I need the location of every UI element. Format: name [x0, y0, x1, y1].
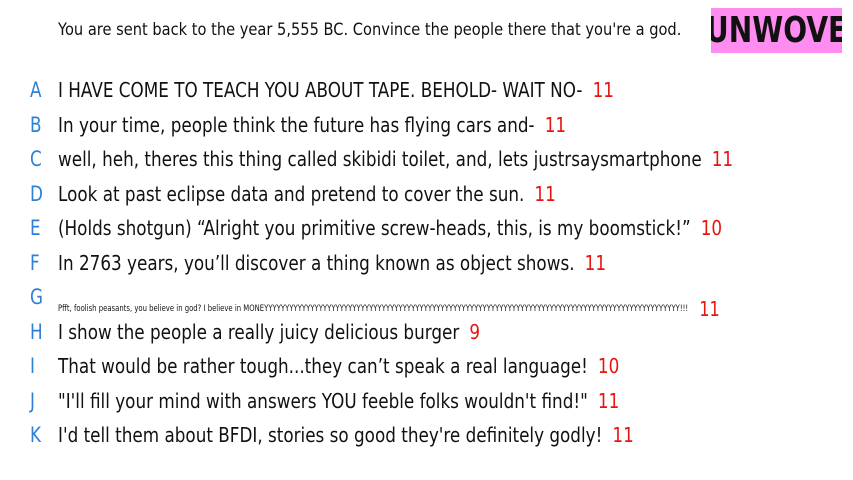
answer-text: I show the people a really juicy delicio… — [58, 319, 460, 344]
answer-row-k: K I'd tell them about BFDI, stories so g… — [0, 419, 853, 454]
logo-text: UNWOVE — [711, 10, 842, 51]
answer-text: In your time, people think the future ha… — [58, 112, 535, 137]
answer-row-b: B In your time, people think the future … — [0, 109, 853, 144]
answer-line: In your time, people think the future ha… — [58, 113, 566, 137]
answer-text: In 2763 years, you’ll discover a thing k… — [58, 250, 575, 275]
answer-score: 11 — [592, 78, 614, 102]
answer-line: In 2763 years, you’ll discover a thing k… — [58, 251, 606, 275]
answer-score: 9 — [469, 319, 481, 344]
answer-letter: I — [30, 354, 35, 378]
answer-score: 11 — [597, 388, 620, 413]
answer-row-f: F In 2763 years, you’ll discover a thing… — [0, 247, 853, 282]
unwove-logo: UNWOVE — [711, 8, 842, 53]
answer-letter: A — [30, 78, 42, 102]
answer-line: I show the people a really juicy delicio… — [58, 320, 480, 344]
answer-score: 11 — [612, 423, 634, 447]
answer-row-a: A I HAVE COME TO TEACH YOU ABOUT TAPE. B… — [0, 74, 853, 109]
answer-text: I'd tell them about BFDI, stories so goo… — [58, 423, 603, 447]
answer-text: That would be rather tough...they can’t … — [58, 354, 588, 378]
answer-line: Look at past eclipse data and pretend to… — [58, 182, 556, 206]
answer-text: Pfft, foolish peasants, you believe in g… — [58, 304, 689, 314]
answer-text: (Holds shotgun) “Alright you primitive s… — [58, 216, 691, 240]
answer-text: well, heh, theres this thing called skib… — [58, 147, 702, 171]
answer-letter: B — [30, 112, 42, 137]
answer-score: 10 — [700, 216, 723, 240]
answer-score: 11 — [711, 147, 734, 171]
answer-text: I HAVE COME TO TEACH YOU ABOUT TAPE. BEH… — [58, 78, 583, 102]
answer-line: I'd tell them about BFDI, stories so goo… — [58, 423, 634, 447]
answer-letter: G — [30, 285, 44, 309]
answer-line: "I'll fill your mind with answers YOU fe… — [58, 389, 619, 413]
answer-row-j: J "I'll fill your mind with answers YOU … — [0, 385, 853, 420]
answer-line: (Holds shotgun) “Alright you primitive s… — [58, 216, 722, 240]
prompt-text: You are sent back to the year 5,555 BC. … — [58, 20, 682, 40]
answer-row-c: C well, heh, theres this thing called sk… — [0, 143, 853, 178]
answer-letter: F — [30, 250, 40, 275]
answer-score: 11 — [534, 181, 556, 206]
answer-row-d: D Look at past eclipse data and pretend … — [0, 178, 853, 213]
answer-score: 10 — [597, 354, 620, 378]
answer-letter: E — [30, 216, 41, 240]
answer-row-e: E (Holds shotgun) “Alright you primitive… — [0, 212, 853, 247]
answer-row-g: G Pfft, foolish peasants, you believe in… — [0, 281, 853, 321]
answer-line: Pfft, foolish peasants, you believe in g… — [58, 292, 720, 321]
answer-letter: K — [30, 423, 42, 447]
answer-letter: D — [30, 181, 43, 206]
answer-text: "I'll fill your mind with answers YOU fe… — [58, 388, 588, 413]
answer-list: A I HAVE COME TO TEACH YOU ABOUT TAPE. B… — [0, 74, 853, 454]
answer-letter: C — [30, 147, 42, 171]
answer-row-i: I That would be rather tough...they can’… — [0, 350, 853, 385]
answer-line: That would be rather tough...they can’t … — [58, 354, 619, 378]
answer-line: well, heh, theres this thing called skib… — [58, 147, 733, 171]
answer-line: I HAVE COME TO TEACH YOU ABOUT TAPE. BEH… — [58, 78, 614, 102]
answer-letter: H — [30, 319, 43, 344]
answer-letter: J — [30, 388, 35, 413]
answer-score: 11 — [544, 112, 567, 137]
answer-text: Look at past eclipse data and pretend to… — [58, 181, 525, 206]
answer-row-h: H I show the people a really juicy delic… — [0, 316, 853, 351]
answer-score: 11 — [584, 250, 607, 275]
